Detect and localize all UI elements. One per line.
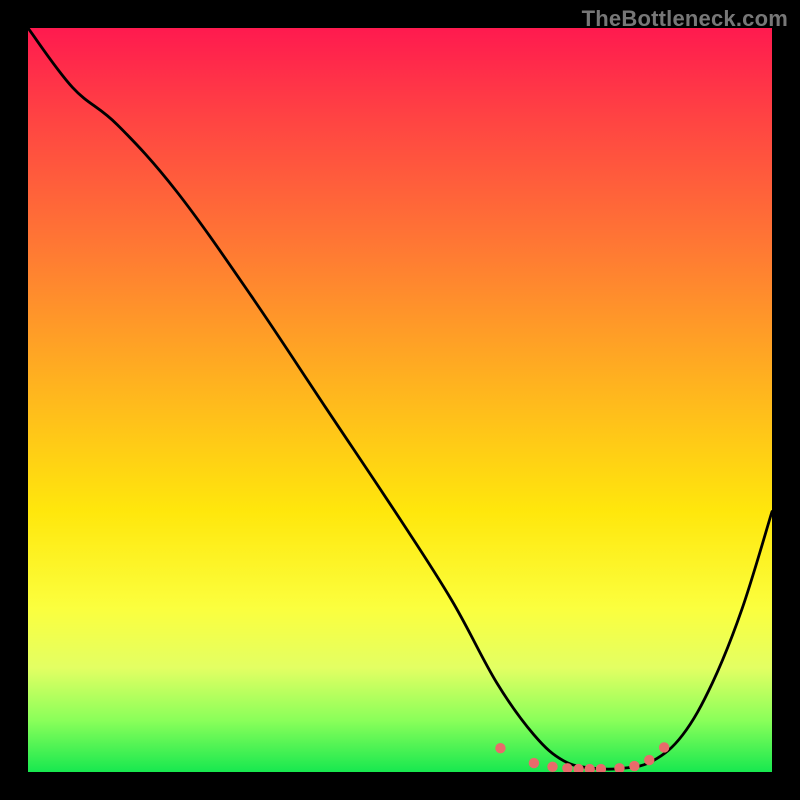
chart-frame: TheBottleneck.com <box>0 0 800 800</box>
highlight-dots-group <box>495 742 669 772</box>
highlight-dot <box>629 761 639 771</box>
chart-svg <box>28 28 772 772</box>
bottleneck-curve <box>28 28 772 769</box>
highlight-dot <box>529 758 539 768</box>
highlight-dot <box>495 743 505 753</box>
highlight-dot <box>596 764 606 772</box>
highlight-dot <box>644 755 654 765</box>
plot-area <box>28 28 772 772</box>
highlight-dot <box>614 763 624 772</box>
highlight-dot <box>547 762 557 772</box>
highlight-dot <box>585 764 595 772</box>
highlight-dot <box>659 742 669 752</box>
